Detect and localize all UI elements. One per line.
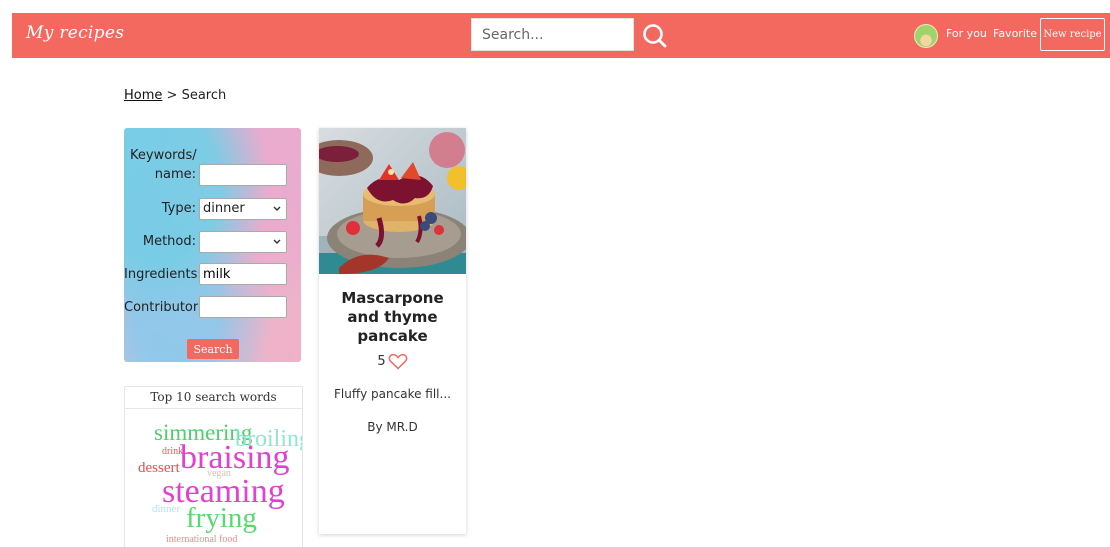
- ingredients-label: Ingredients:: [124, 267, 202, 282]
- type-label: Type:: [161, 201, 196, 216]
- avatar[interactable]: [914, 24, 938, 48]
- search-input[interactable]: [471, 18, 634, 51]
- top-navigation-bar: My recipes For you Favorite New recipe: [12, 13, 1110, 58]
- method-select[interactable]: [199, 231, 287, 253]
- nav-link-favorite[interactable]: Favorite: [993, 27, 1037, 40]
- nav-link-for-you[interactable]: For you: [946, 27, 987, 40]
- word-cloud-title: Top 10 search words: [125, 387, 302, 409]
- recipe-author: By MR.D: [367, 420, 418, 434]
- word-cloud-word[interactable]: frying: [186, 504, 257, 533]
- breadcrumb-current: Search: [181, 88, 227, 103]
- word-cloud-word[interactable]: international food: [166, 535, 237, 545]
- method-label: Method:: [142, 234, 196, 249]
- recipe-card[interactable]: Mascarpone and thyme pancake 5 Fluffy pa…: [319, 128, 466, 534]
- like-count: 5: [377, 354, 386, 369]
- brand-logo[interactable]: My recipes: [26, 23, 124, 43]
- keywords-label-line2: name:: [154, 167, 196, 182]
- word-cloud-word[interactable]: dinner: [152, 504, 180, 515]
- ingredients-input[interactable]: [199, 263, 287, 285]
- breadcrumb-separator: >: [166, 88, 178, 103]
- recipe-image[interactable]: [319, 128, 466, 274]
- breadcrumb-home-link[interactable]: Home: [124, 88, 162, 103]
- search-icon[interactable]: [640, 21, 670, 51]
- type-select-value: dinner: [203, 201, 245, 216]
- word-cloud-word[interactable]: braising: [180, 441, 290, 475]
- search-filter-panel: Keywords/ name: Type: dinner Method: Ing…: [124, 128, 301, 362]
- type-select[interactable]: dinner: [199, 198, 287, 220]
- breadcrumb: Home > Search: [124, 88, 226, 103]
- recipe-title[interactable]: Mascarpone and thyme pancake: [327, 289, 458, 346]
- chevron-down-icon: [273, 239, 281, 244]
- filter-search-button[interactable]: Search: [187, 339, 239, 359]
- contributor-label: Contributor:: [124, 300, 198, 315]
- new-recipe-button[interactable]: New recipe: [1040, 18, 1105, 51]
- recipe-description: Fluffy pancake fill...: [334, 387, 451, 401]
- heart-icon[interactable]: [388, 353, 408, 370]
- chevron-down-icon: [273, 206, 281, 211]
- contributor-input[interactable]: [199, 296, 287, 318]
- top-search-words-panel: Top 10 search words simmering broiling d…: [124, 386, 303, 547]
- recipe-likes: 5: [319, 353, 466, 370]
- keywords-input[interactable]: [199, 164, 287, 186]
- keywords-label-line1: Keywords/: [130, 148, 197, 163]
